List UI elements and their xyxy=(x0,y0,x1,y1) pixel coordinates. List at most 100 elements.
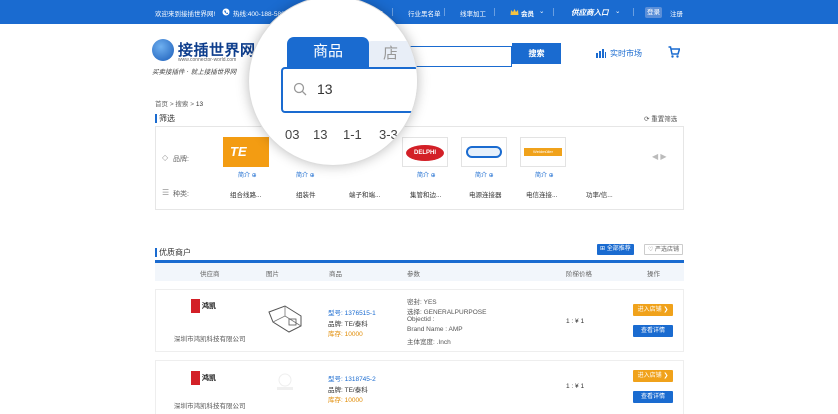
svg-text:鸿凯: 鸿凯 xyxy=(202,301,216,310)
suggestion-item[interactable]: 03 xyxy=(285,127,299,142)
member-link[interactable]: 会员 xyxy=(521,8,534,18)
reset-filter-button[interactable]: ⟳ 重置筛选 xyxy=(644,113,677,123)
product-stock: 库存: 10000 xyxy=(328,397,363,404)
view-detail-button[interactable]: 查看详情 xyxy=(633,325,673,337)
breadcrumb-search[interactable]: 搜索 xyxy=(175,101,188,108)
logo-globe-icon[interactable] xyxy=(152,39,174,61)
brand-logo-blue[interactable] xyxy=(461,137,507,167)
enter-shop-button[interactable]: 进入店铺 ❯ xyxy=(633,370,673,382)
brand-intro-link[interactable]: 简介 ⊕ xyxy=(417,170,436,179)
brand-intro-label: 简介 xyxy=(535,173,548,179)
search-icon xyxy=(293,82,307,96)
brand-label: 品牌: xyxy=(173,156,189,163)
merchant-entry-link[interactable]: 供应商入口 xyxy=(571,7,609,18)
column-header: 商品 xyxy=(329,271,342,278)
product-param: 选择: GENERALPURPOSE xyxy=(407,309,487,316)
view-detail-button[interactable]: 查看详情 xyxy=(633,391,673,403)
nav-blacklist[interactable]: 行业黑名单 xyxy=(408,8,441,18)
strict-shop-button[interactable]: ♡ 严选店铺 xyxy=(644,244,684,255)
brand-scroll-arrows[interactable]: ◀ ▶ xyxy=(652,152,667,161)
divider xyxy=(633,8,634,16)
brand-logo-delphi[interactable]: DELPHI xyxy=(402,137,448,167)
filter-title: 筛选 xyxy=(155,114,175,123)
crown-icon xyxy=(510,9,519,15)
strict-shop-label: 严选店铺 xyxy=(655,247,680,253)
category-item[interactable]: 集管和边... xyxy=(410,189,441,199)
brand-logo-blue-mark xyxy=(466,146,502,158)
search-button[interactable]: 搜索 xyxy=(512,43,561,64)
merchant-logo[interactable]: 鸿凯 xyxy=(191,371,223,385)
category-item[interactable]: 电信连接... xyxy=(526,189,557,199)
svg-text:鸿凯: 鸿凯 xyxy=(202,373,216,382)
brand-logo-te[interactable]: TE xyxy=(223,137,269,167)
breadcrumb-current: 13 xyxy=(195,101,204,108)
brand-logo-weidmuller[interactable]: Weidmüller xyxy=(520,137,566,167)
product-model[interactable]: 型号: 1318745-2 xyxy=(328,373,376,383)
divider xyxy=(553,8,554,16)
tier-price: 1 : ¥ 1 xyxy=(566,383,585,390)
chevron-down-icon: ⌄ xyxy=(615,8,621,15)
tab-product[interactable]: 商品 xyxy=(287,37,369,67)
divider xyxy=(494,8,495,16)
breadcrumb-home[interactable]: 首页 xyxy=(155,101,168,108)
category-item[interactable]: 组装件 xyxy=(296,189,316,199)
enter-shop-label: 进入店铺 xyxy=(637,373,662,379)
column-header: 图片 xyxy=(266,271,279,278)
divider xyxy=(392,8,393,16)
category-item[interactable]: 电源连接器 xyxy=(469,189,502,199)
phone-icon xyxy=(222,8,230,16)
product-param: 密封: YES xyxy=(407,299,437,306)
merchant-name[interactable]: 深圳市鸿凯科技有限公司 xyxy=(174,333,246,343)
brand-intro-label: 简介 xyxy=(296,173,309,179)
column-header: 供应商 xyxy=(200,271,220,278)
brand-logo-weidmuller-text: Weidmüller xyxy=(524,148,562,156)
merchant-name[interactable]: 深圳市鸿凯科技有限公司 xyxy=(174,400,246,410)
register-link[interactable]: 注册 xyxy=(670,8,683,18)
merchant-logo[interactable]: 鸿凯 xyxy=(191,299,223,313)
brand-intro-link[interactable]: 简介 ⊕ xyxy=(535,170,554,179)
all-recommend-button[interactable]: ⊞ 全部推荐 xyxy=(597,244,634,255)
magnifier-overlay: 店 商品 13 03 13 1-1 3-3 xyxy=(248,0,418,166)
product-param: 主体宽度: .Inch xyxy=(407,339,451,346)
category-item[interactable]: 组合线路... xyxy=(230,189,261,199)
realtime-market-link[interactable]: 实时市场 xyxy=(610,48,642,59)
divider xyxy=(444,8,445,16)
top-bar: 欢迎来到接插世界网! 热线:400-188-5861 首页 行业黑名单 线率加工… xyxy=(0,0,838,24)
search-input[interactable] xyxy=(408,46,512,67)
product-brand: 品牌: TE/泰科 xyxy=(328,387,368,394)
brand-intro-link[interactable]: 简介 ⊕ xyxy=(475,170,494,179)
all-recommend-label: 全部推荐 xyxy=(606,246,631,252)
cart-icon[interactable] xyxy=(668,46,680,58)
category-item[interactable]: 端子和端... xyxy=(349,189,380,199)
header: 接插世界网 www.connector-world.com 买卖接插件 · 就上… xyxy=(0,24,838,90)
column-header: 阶梯价格 xyxy=(566,271,592,278)
product-param: Objectid : xyxy=(407,316,435,323)
enter-shop-button[interactable]: 进入店铺 ❯ xyxy=(633,304,673,316)
breadcrumb: 首页 > 搜索 > 13 xyxy=(155,98,203,108)
product-stock: 库存: 10000 xyxy=(328,331,363,338)
suggestion-item[interactable]: 13 xyxy=(313,127,327,142)
chevron-down-icon: ⌄ xyxy=(539,8,545,15)
product-param: Brand Name : AMP xyxy=(407,326,463,333)
category-item[interactable]: 功率/信... xyxy=(586,189,613,199)
suggestion-item[interactable]: 1-1 xyxy=(343,127,362,142)
merchants-title: 优质商户 xyxy=(155,248,191,257)
product-image-placeholder[interactable] xyxy=(272,372,298,392)
category-label: 种类: xyxy=(173,191,189,198)
logo-url: www.connector-world.com xyxy=(178,57,237,63)
brand-logo-delphi-text: DELPHI xyxy=(406,145,444,161)
column-header: 操作 xyxy=(647,271,660,278)
diamond-icon: ◇ xyxy=(162,153,169,162)
brand-intro-link[interactable]: 简介 ⊕ xyxy=(238,170,257,179)
login-button[interactable]: 登录 xyxy=(645,7,662,18)
product-image[interactable] xyxy=(265,302,307,334)
product-model[interactable]: 型号: 1376515-1 xyxy=(328,307,376,317)
suggestion-item[interactable]: 3-3 xyxy=(379,127,398,142)
brand-intro-link[interactable]: 简介 ⊕ xyxy=(296,170,315,179)
brand-intro-label: 简介 xyxy=(475,173,488,179)
tab-shop[interactable]: 店 xyxy=(365,41,417,67)
nav-processing[interactable]: 线率加工 xyxy=(460,8,486,18)
list-icon: ☰ xyxy=(162,188,170,197)
brand-intro-label: 简介 xyxy=(238,173,251,179)
market-chart-icon xyxy=(596,49,606,58)
